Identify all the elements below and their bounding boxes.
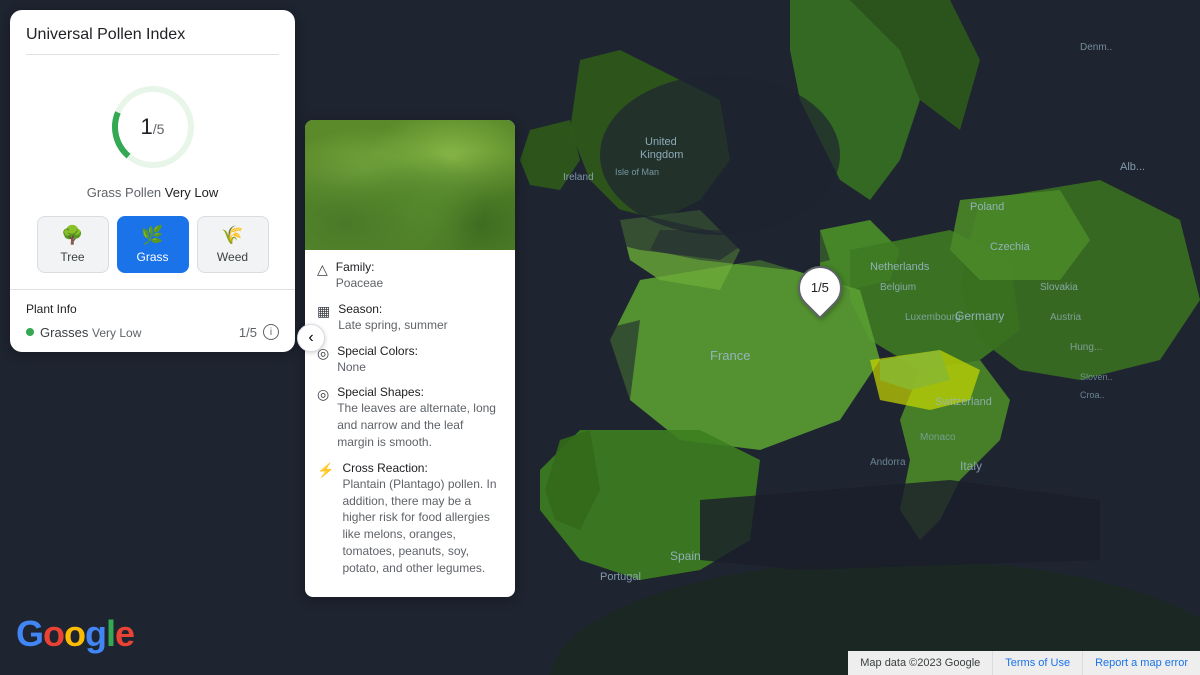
svg-text:Portugal: Portugal (600, 571, 641, 583)
weed-icon: 🌾 (221, 225, 243, 246)
cross-reaction-icon: ⚡ (317, 462, 334, 479)
svg-text:Denm..: Denm.. (1080, 42, 1112, 53)
pollen-status: Grass Pollen Very Low (87, 185, 219, 200)
plant-image (305, 120, 515, 250)
grass-icon: 🌿 (141, 225, 163, 246)
plant-name: Grasses Very Low (40, 325, 233, 340)
detail-special-colors: ◎ Special Colors: None (317, 344, 503, 376)
info-icon[interactable]: i (263, 324, 279, 340)
svg-text:Andorra: Andorra (870, 457, 906, 468)
svg-text:Austria: Austria (1050, 312, 1082, 323)
svg-text:Slovakia: Slovakia (1040, 282, 1078, 293)
tab-weed[interactable]: 🌾 Weed (197, 216, 269, 273)
svg-text:United: United (645, 136, 677, 148)
season-icon: ▦ (317, 303, 330, 320)
panel-title: Universal Pollen Index (26, 26, 279, 44)
detail-special-shapes: ◎ Special Shapes: The leaves are alterna… (317, 385, 503, 450)
report-error[interactable]: Report a map error (1083, 651, 1200, 675)
plant-score: 1/5 (239, 325, 257, 340)
grass-texture (305, 120, 515, 250)
svg-text:Ireland: Ireland (563, 172, 594, 183)
detail-family: △ Family: Poaceae (317, 260, 503, 292)
terms-of-use[interactable]: Terms of Use (993, 651, 1083, 675)
plant-detail-panel: △ Family: Poaceae ▦ Season: Late spring,… (305, 120, 515, 597)
google-logo: Google (16, 613, 134, 655)
svg-text:Poland: Poland (970, 201, 1004, 213)
svg-text:Belgium: Belgium (880, 282, 916, 293)
svg-text:Czechia: Czechia (990, 241, 1031, 253)
pollen-type-tabs: 🌳 Tree 🌿 Grass 🌾 Weed (10, 216, 295, 289)
map-marker[interactable]: 1/5 (798, 266, 842, 310)
detail-content: △ Family: Poaceae ▦ Season: Late spring,… (305, 250, 515, 597)
status-dot (26, 328, 34, 336)
map-footer: Map data ©2023 Google Terms of Use Repor… (848, 651, 1200, 675)
svg-text:Germany: Germany (955, 309, 1004, 323)
tree-icon: 🌳 (61, 225, 83, 246)
marker-value: 1/5 (811, 280, 829, 296)
pollen-gauge: 1/5 (103, 77, 203, 177)
svg-text:Netherlands: Netherlands (870, 261, 930, 273)
plant-info-label: Plant Info (26, 302, 279, 316)
detail-cross-reaction: ⚡ Cross Reaction: Plantain (Plantago) po… (317, 461, 503, 577)
shapes-icon: ◎ (317, 386, 329, 403)
svg-text:Kingdom: Kingdom (640, 149, 683, 161)
gauge-value: 1/5 (141, 114, 165, 140)
family-icon: △ (317, 261, 328, 278)
plant-info-section: Plant Info Grasses Very Low 1/5 i (10, 289, 295, 352)
svg-text:Croa..: Croa.. (1080, 390, 1105, 400)
gauge-container: 1/5 Grass Pollen Very Low (10, 77, 295, 216)
map-copyright: Map data ©2023 Google (848, 651, 993, 675)
svg-text:Isle of Man: Isle of Man (615, 167, 659, 177)
svg-text:Italy: Italy (960, 459, 982, 473)
svg-text:Luxembourg: Luxembourg (905, 312, 961, 323)
plant-row: Grasses Very Low 1/5 i (26, 324, 279, 340)
tab-grass[interactable]: 🌿 Grass (117, 216, 189, 273)
collapse-panel-button[interactable]: ‹ (297, 324, 325, 352)
svg-text:France: France (710, 348, 750, 363)
svg-text:Spain: Spain (670, 549, 701, 563)
tab-tree[interactable]: 🌳 Tree (37, 216, 109, 273)
detail-season: ▦ Season: Late spring, summer (317, 302, 503, 334)
panel-header: Universal Pollen Index (10, 10, 295, 77)
svg-text:Switzerland: Switzerland (935, 396, 992, 408)
header-divider (26, 54, 279, 55)
svg-text:Sloven..: Sloven.. (1080, 372, 1113, 382)
pollen-index-panel: Universal Pollen Index 1/5 Grass Pollen … (10, 10, 295, 352)
svg-text:Hung...: Hung... (1070, 342, 1102, 353)
svg-text:Alb...: Alb... (1120, 161, 1145, 173)
chevron-left-icon: ‹ (308, 329, 313, 347)
svg-text:Monaco: Monaco (920, 432, 956, 443)
